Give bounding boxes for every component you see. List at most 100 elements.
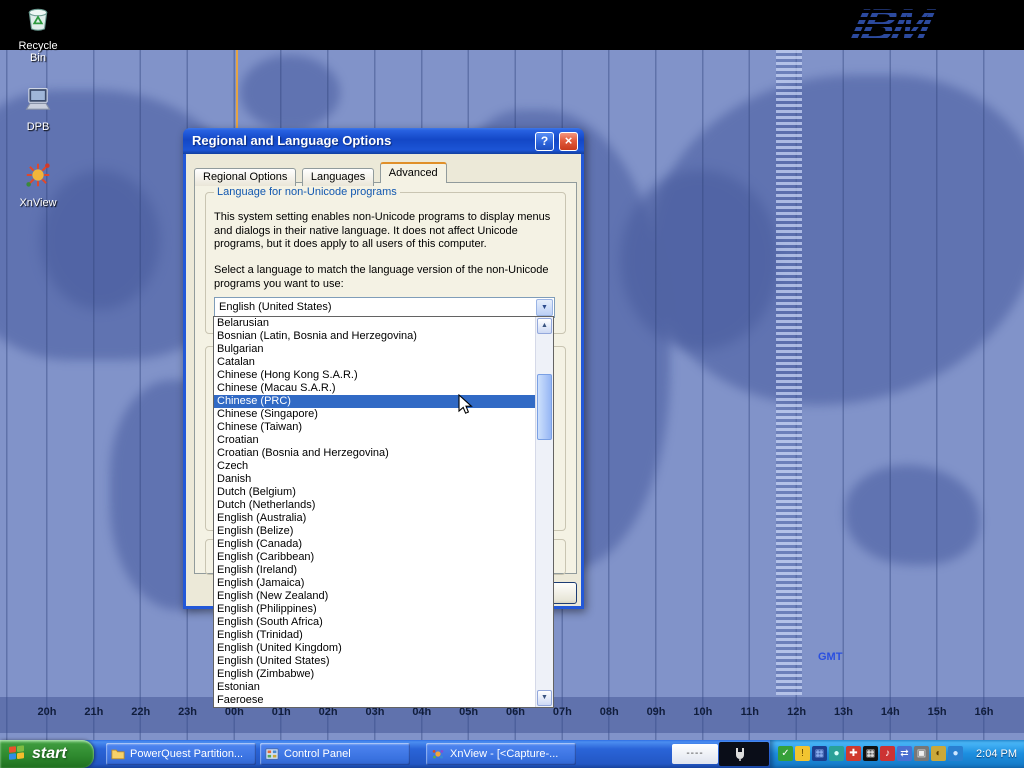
tray-icon-8[interactable]: ⇄ xyxy=(897,746,912,761)
dropdown-item[interactable]: Chinese (Macau S.A.R.) xyxy=(214,382,536,395)
timezone-label: 22h xyxy=(125,706,157,718)
dropdown-item[interactable]: Bosnian (Latin, Bosnia and Herzegovina) xyxy=(214,330,536,343)
dropdown-item[interactable]: Chinese (Taiwan) xyxy=(214,421,536,434)
language-dropdown-list: BelarusianBosnian (Latin, Bosnia and Her… xyxy=(213,316,554,708)
dropdown-item[interactable]: Croatian xyxy=(214,434,536,447)
date-line-hatch-band xyxy=(776,50,802,695)
dropdown-scrollbar[interactable]: ▲ ▼ xyxy=(535,317,553,707)
desktop-icon-recycle-bin[interactable]: Recycle Bin xyxy=(10,3,66,64)
tray-icon-1[interactable]: ✓ xyxy=(778,746,793,761)
tray-icon-6[interactable]: ▦ xyxy=(863,746,878,761)
scrollbar-thumb[interactable] xyxy=(537,374,552,440)
dropdown-item[interactable]: Estonian xyxy=(214,681,536,694)
tray-icon-7[interactable]: ♪ xyxy=(880,746,895,761)
timezone-label: 23h xyxy=(172,706,204,718)
timezone-label: 20h xyxy=(31,706,63,718)
dropdown-item[interactable]: Danish xyxy=(214,473,536,486)
dropdown-item[interactable]: Chinese (PRC) xyxy=(214,395,536,408)
dropdown-item[interactable]: Croatian (Bosnia and Herzegovina) xyxy=(214,447,536,460)
dropdown-item[interactable]: Chinese (Hong Kong S.A.R.) xyxy=(214,369,536,382)
language-combobox[interactable]: English (United States) ▼ xyxy=(214,297,555,318)
dropdown-item[interactable]: Chinese (Singapore) xyxy=(214,408,536,421)
ibm-logo: IBM xyxy=(846,0,934,50)
system-tray: ✓!▦●✚▦♪⇄▣◐● 2:04 PM xyxy=(770,740,1024,768)
xnview-icon xyxy=(431,747,445,761)
timezone-label: 13h xyxy=(827,706,859,718)
tray-icons: ✓!▦●✚▦♪⇄▣◐● xyxy=(778,746,963,762)
desktop-icon-xnview[interactable]: XnView xyxy=(10,160,66,209)
tray-icon-5[interactable]: ✚ xyxy=(846,746,861,761)
combobox-dropdown-button[interactable]: ▼ xyxy=(536,299,553,316)
timezone-label: 08h xyxy=(593,706,625,718)
dropdown-item[interactable]: English (Zimbabwe) xyxy=(214,668,536,681)
tray-icon-11[interactable]: ● xyxy=(948,746,963,761)
timezone-label: 21h xyxy=(78,706,110,718)
dropdown-item[interactable]: English (United States) xyxy=(214,655,536,668)
taskbar-task-powerquest[interactable]: PowerQuest Partition... xyxy=(106,743,256,765)
tab-regional-options[interactable]: Regional Options xyxy=(194,168,296,186)
tray-icon-10[interactable]: ◐ xyxy=(931,746,946,761)
tab-languages[interactable]: Languages xyxy=(302,168,374,186)
dropdown-item[interactable]: Belarusian xyxy=(214,317,536,330)
tray-icon-9[interactable]: ▣ xyxy=(914,746,929,761)
task-label: PowerQuest Partition... xyxy=(130,748,243,760)
scrollbar-down-arrow-icon[interactable]: ▼ xyxy=(537,690,552,706)
taskbar-toolbar-button[interactable]: ---- xyxy=(672,744,718,764)
tray-icon-2[interactable]: ! xyxy=(795,746,810,761)
taskbar-dark-segment xyxy=(719,742,769,766)
tab-advanced[interactable]: Advanced xyxy=(380,162,447,183)
dropdown-item[interactable]: English (Ireland) xyxy=(214,564,536,577)
dropdown-item[interactable]: English (Trinidad) xyxy=(214,629,536,642)
tray-icon-4[interactable]: ● xyxy=(829,746,844,761)
taskbar-task-xnview[interactable]: XnView - [<Capture-... xyxy=(426,743,576,765)
tray-icon-3[interactable]: ▦ xyxy=(812,746,827,761)
description-text-2: Select a language to match the language … xyxy=(214,264,561,291)
dropdown-item[interactable]: Dutch (Netherlands) xyxy=(214,499,536,512)
group-title: Language for non-Unicode programs xyxy=(214,186,400,198)
dialog-titlebar[interactable]: Regional and Language Options ? × xyxy=(183,128,584,154)
laptop-icon xyxy=(22,86,54,119)
description-text-1: This system setting enables non-Unicode … xyxy=(214,211,561,252)
desktop: IBM 20h21h22h23h00h01h02h03h04h05h06h07h… xyxy=(0,0,1024,768)
dropdown-item[interactable]: English (New Zealand) xyxy=(214,590,536,603)
dropdown-item[interactable]: Czech xyxy=(214,460,536,473)
dropdown-item[interactable]: Bulgarian xyxy=(214,343,536,356)
desktop-icon-dpb[interactable]: DPB xyxy=(10,86,66,133)
dropdown-item[interactable]: English (Australia) xyxy=(214,512,536,525)
timezone-labels: 20h21h22h23h00h01h02h03h04h05h06h07h08h0… xyxy=(0,706,1024,722)
dropdown-item[interactable]: Faeroese xyxy=(214,694,536,707)
close-button[interactable]: × xyxy=(559,132,578,151)
gmt-label: GMT xyxy=(818,651,842,663)
dropdown-item[interactable]: English (South Africa) xyxy=(214,616,536,629)
desktop-icon-label: DPB xyxy=(10,121,66,133)
dropdown-item[interactable]: English (Caribbean) xyxy=(214,551,536,564)
dropdown-item[interactable]: English (Philippines) xyxy=(214,603,536,616)
dropdown-item[interactable]: English (Jamaica) xyxy=(214,577,536,590)
start-button[interactable]: start xyxy=(0,740,94,768)
timezone-label: 09h xyxy=(640,706,672,718)
start-label: start xyxy=(32,740,67,767)
timezone-label: 15h xyxy=(921,706,953,718)
scrollbar-up-arrow-icon[interactable]: ▲ xyxy=(537,318,552,334)
timezone-label: 16h xyxy=(968,706,1000,718)
tab-strip: Regional Options Languages Advanced xyxy=(194,162,448,183)
taskbar-task-control-panel[interactable]: Control Panel xyxy=(260,743,410,765)
plug-icon xyxy=(732,746,748,762)
xnview-icon xyxy=(23,160,53,195)
control-panel-icon xyxy=(265,747,279,761)
timezone-label: 12h xyxy=(781,706,813,718)
desktop-top-band: IBM xyxy=(0,0,1024,50)
desktop-icon-label: Recycle Bin xyxy=(10,40,66,64)
desktop-icon-label: XnView xyxy=(10,197,66,209)
dropdown-item[interactable]: Catalan xyxy=(214,356,536,369)
dropdown-item[interactable]: Dutch (Belgium) xyxy=(214,486,536,499)
timezone-label: 10h xyxy=(687,706,719,718)
help-button[interactable]: ? xyxy=(535,132,554,151)
folder-icon xyxy=(111,747,125,761)
dropdown-item[interactable]: English (United Kingdom) xyxy=(214,642,536,655)
dropdown-items: BelarusianBosnian (Latin, Bosnia and Her… xyxy=(214,317,536,707)
dropdown-item[interactable]: English (Canada) xyxy=(214,538,536,551)
task-label: XnView - [<Capture-... xyxy=(450,748,558,760)
taskbar-clock: 2:04 PM xyxy=(976,740,1017,768)
dropdown-item[interactable]: English (Belize) xyxy=(214,525,536,538)
